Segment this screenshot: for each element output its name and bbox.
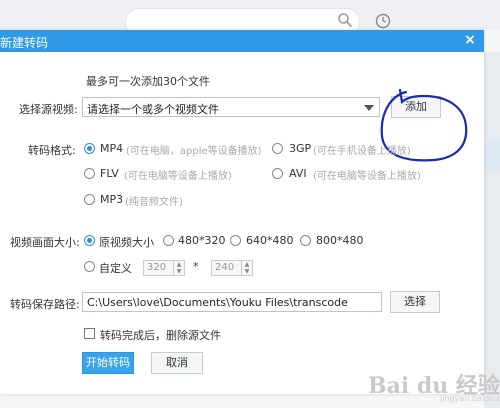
format-avi-name: AVI	[289, 167, 307, 180]
new-transcode-dialog: 新建转码 × 最多可一次添加30个文件 选择源视频: 请选择一个或多个视频文件 …	[0, 30, 484, 394]
height-stepper-buttons[interactable]: ▲ ▼	[241, 261, 252, 275]
custom-width-stepper[interactable]: 320 ▲ ▼	[143, 260, 185, 276]
cancel-button[interactable]: 取消	[151, 352, 203, 374]
format-mp3-desc: (纯音频文件)	[125, 197, 183, 208]
dialog-title: 新建转码	[0, 36, 49, 50]
format-mp4-name: MP4	[100, 142, 124, 155]
close-icon[interactable]: ×	[462, 32, 478, 48]
baidu-watermark-url: jingyan.baidu.com	[440, 394, 500, 403]
radio-640x480[interactable]	[230, 235, 241, 246]
radio-480x320[interactable]	[163, 235, 174, 246]
delete-source-label: 转码完成后，删除源文件	[100, 329, 221, 342]
format-avi-desc: (可在电脑等设备上播放)	[313, 171, 421, 182]
stepper-down-icon[interactable]: ▼	[174, 268, 184, 275]
browse-button[interactable]: 选择	[390, 291, 440, 313]
source-select-value: 请选择一个或多个视频文件	[87, 103, 219, 116]
radio-mp3[interactable]	[84, 194, 95, 205]
search-icon[interactable]	[337, 12, 353, 28]
stepper-down-icon[interactable]: ▼	[242, 268, 252, 275]
format-mp3-name: MP3	[100, 193, 124, 206]
save-path-value: C:\Users\love\Documents\Youku Files\tran…	[87, 296, 348, 309]
clock-icon[interactable]	[375, 13, 391, 29]
start-transcode-button[interactable]: 开始转码	[82, 352, 134, 374]
radio-mp4[interactable]	[84, 143, 95, 154]
dropdown-arrow-icon[interactable]	[364, 105, 374, 111]
radio-flv[interactable]	[84, 168, 95, 179]
stepper-up-icon[interactable]: ▲	[242, 261, 252, 268]
custom-width-value: 320	[147, 262, 167, 273]
radio-3gp[interactable]	[272, 143, 283, 154]
background-side-panel	[484, 52, 500, 408]
width-stepper-buttons[interactable]: ▲ ▼	[173, 261, 184, 275]
save-path-input[interactable]: C:\Users\love\Documents\Youku Files\tran…	[82, 292, 382, 312]
stepper-up-icon[interactable]: ▲	[174, 261, 184, 268]
radio-avi[interactable]	[272, 168, 283, 179]
size-label: 视频画面大小:	[10, 236, 80, 249]
size-800x480-label: 800*480	[316, 234, 364, 247]
custom-height-stepper[interactable]: 240 ▲ ▼	[211, 260, 253, 276]
size-480x320-label: 480*320	[178, 234, 226, 247]
dialog-title-bar: 新建转码 ×	[0, 30, 484, 52]
size-640x480-label: 640*480	[246, 234, 294, 247]
radio-custom-size[interactable]	[84, 261, 95, 272]
size-custom-label: 自定义	[99, 262, 132, 275]
delete-source-checkbox[interactable]	[84, 328, 95, 339]
size-separator: *	[193, 260, 199, 273]
background-selected-row	[484, 140, 500, 170]
format-mp4-desc: (可在电脑，apple等设备播放)	[126, 146, 262, 157]
custom-height-value: 240	[215, 262, 235, 273]
source-video-select[interactable]: 请选择一个或多个视频文件	[82, 97, 380, 117]
format-3gp-name: 3GP	[289, 142, 312, 155]
radio-original-size[interactable]	[84, 235, 95, 246]
size-original-label: 原视频大小	[99, 236, 154, 249]
format-label: 转码格式:	[28, 144, 76, 157]
save-path-label: 转码保存路径:	[10, 298, 80, 311]
format-flv-name: FLV	[100, 167, 119, 180]
add-limit-hint: 最多可一次添加30个文件	[86, 75, 210, 88]
source-label: 选择源视频:	[19, 103, 78, 116]
format-flv-desc: (可在电脑等设备上播放)	[124, 171, 232, 182]
format-3gp-desc: (可在手机设备上播放)	[313, 146, 411, 157]
radio-800x480[interactable]	[300, 235, 311, 246]
